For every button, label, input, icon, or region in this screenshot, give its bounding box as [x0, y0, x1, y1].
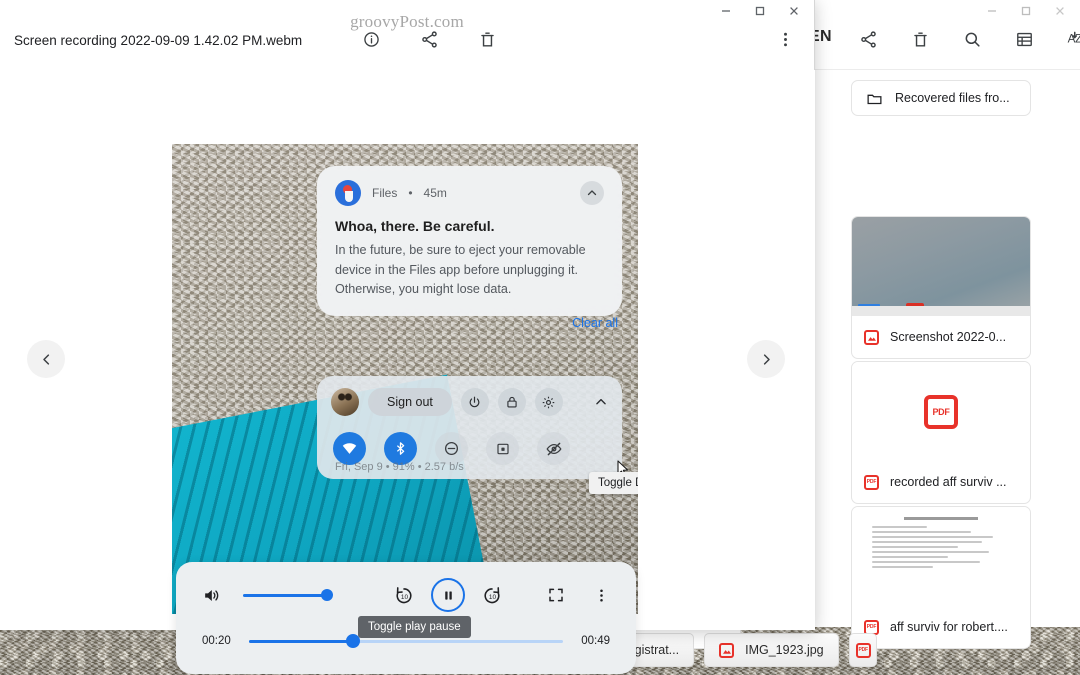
chevron-right-icon — [759, 352, 774, 367]
replay-10-icon: 10 — [393, 584, 415, 606]
wifi-icon — [341, 440, 358, 457]
folder-icon — [866, 90, 883, 107]
list-item-label: recorded aff surviv ... — [890, 475, 1007, 489]
shelf-item-third[interactable]: PDF — [849, 633, 877, 667]
notification-title: Whoa, there. Be careful. — [335, 218, 604, 234]
list-item-label: Screenshot 2022-0... — [890, 330, 1006, 344]
pdf-icon: PDF — [924, 395, 958, 429]
more-vertical-icon — [593, 587, 610, 604]
volume-knob[interactable] — [321, 589, 333, 601]
play-pause-button[interactable] — [431, 578, 465, 612]
quick-settings-top-row: Sign out — [331, 388, 608, 416]
image-icon — [864, 330, 879, 345]
volume-icon[interactable] — [202, 586, 221, 605]
file-label: Screenshot 2022-0... — [852, 316, 1030, 358]
quick-settings-status: Fri, Sep 9 • 91% • 2.57 b/s — [335, 461, 464, 473]
gear-icon[interactable] — [535, 388, 563, 416]
files-app-icon — [335, 180, 361, 206]
image-icon — [719, 643, 734, 658]
view-toggle-icon[interactable] — [1005, 20, 1043, 58]
previous-button[interactable] — [27, 340, 65, 378]
close-icon[interactable] — [1054, 5, 1066, 17]
seek-slider[interactable] — [249, 640, 563, 643]
avatar[interactable] — [331, 388, 359, 416]
chevron-up-icon[interactable] — [580, 181, 604, 205]
eye-off-icon — [545, 440, 563, 458]
notification-separator: • — [408, 186, 412, 200]
close-icon[interactable] — [788, 5, 800, 17]
thumbnail: PDF — [852, 362, 1030, 461]
pause-icon — [442, 589, 455, 602]
share-icon[interactable] — [849, 20, 887, 58]
video-player-controls[interactable]: 10 10 00:20 — [176, 562, 636, 674]
list-item-screenshot[interactable]: Screenshot 2022-0... — [851, 216, 1031, 359]
current-time: 00:20 — [202, 635, 231, 647]
share-icon[interactable] — [410, 20, 448, 58]
delete-icon[interactable] — [901, 20, 939, 58]
rewind-10-button[interactable]: 10 — [393, 584, 415, 606]
notification-header: Files • 45m — [335, 180, 604, 206]
next-button[interactable] — [747, 340, 785, 378]
shelf-item-label: IMG_1923.jpg — [745, 643, 824, 657]
page-title: Screen recording 2022-09-09 1.42.02 PM.w… — [14, 33, 302, 48]
do-not-disturb-icon — [443, 440, 460, 457]
gallery-actions — [352, 20, 506, 58]
file-label: PDF recorded aff surviv ... — [852, 461, 1030, 503]
gallery-video-window[interactable]: groovyPost.com Screen recording 2022-09-… — [0, 0, 815, 630]
shelf-item-img1923[interactable]: IMG_1923.jpg — [704, 633, 839, 667]
volume-slider[interactable] — [243, 594, 327, 597]
night-light-toggle[interactable] — [537, 432, 570, 465]
fullscreen-icon — [547, 586, 565, 604]
thumbnail — [852, 507, 1030, 606]
foreground-window-titlebar — [0, 0, 814, 22]
fullscreen-button[interactable] — [547, 586, 565, 604]
clear-all-button[interactable]: Clear all — [572, 316, 618, 330]
video-surface[interactable]: Files • 45m Whoa, there. Be careful. In … — [172, 144, 638, 614]
total-time: 00:49 — [581, 635, 610, 647]
forward-10-button[interactable]: 10 — [481, 584, 503, 606]
sign-out-button[interactable]: Sign out — [368, 388, 452, 416]
pdf-icon: PDF — [864, 475, 879, 490]
minimize-icon[interactable] — [986, 5, 998, 17]
forward-10-icon: 10 — [481, 584, 503, 606]
notification-body: In the future, be sure to eject your rem… — [335, 241, 604, 300]
screen-capture-icon — [495, 441, 511, 457]
list-item-label: Recovered files fro... — [895, 91, 1010, 105]
do-not-disturb-tooltip: Toggle Do not disturb. Do not disturb is… — [589, 472, 638, 494]
more-vertical-icon[interactable] — [766, 20, 804, 58]
play-pause-tooltip: Toggle play pause — [358, 616, 471, 638]
delete-icon[interactable] — [468, 20, 506, 58]
power-icon[interactable] — [461, 388, 489, 416]
quick-settings-panel[interactable]: Sign out — [317, 376, 622, 479]
info-icon[interactable] — [352, 20, 390, 58]
svg-text:10: 10 — [489, 594, 497, 601]
notification-card[interactable]: Files • 45m Whoa, there. Be careful. In … — [317, 166, 622, 316]
background-toolbar-actions: AZ — [849, 20, 1080, 58]
notification-time: 45m — [424, 186, 447, 200]
thumbnail — [852, 217, 1030, 316]
list-item-recorded-aff[interactable]: PDF PDF recorded aff surviv ... — [851, 361, 1031, 504]
screen-capture-toggle[interactable] — [486, 432, 519, 465]
player-primary-row: 10 10 — [176, 576, 636, 614]
bluetooth-icon — [393, 441, 408, 456]
maximize-icon[interactable] — [754, 5, 766, 17]
chevron-left-icon — [39, 352, 54, 367]
minimize-icon[interactable] — [720, 5, 732, 17]
notification-app: Files — [372, 186, 397, 200]
pdf-icon: PDF — [856, 643, 871, 658]
search-icon[interactable] — [953, 20, 991, 58]
sort-icon[interactable]: AZ — [1057, 20, 1080, 58]
maximize-icon[interactable] — [1020, 5, 1032, 17]
screen: EN AZ — [0, 0, 1080, 675]
list-item-recovered-files[interactable]: Recovered files fro... — [851, 80, 1031, 116]
lock-icon[interactable] — [498, 388, 526, 416]
video-stage: Files • 45m Whoa, there. Be careful. In … — [0, 70, 815, 630]
seek-progress — [249, 640, 353, 643]
chevron-up-icon[interactable] — [594, 395, 608, 409]
svg-text:Z: Z — [1075, 32, 1080, 45]
player-more-button[interactable] — [593, 587, 610, 604]
svg-text:10: 10 — [401, 594, 409, 601]
